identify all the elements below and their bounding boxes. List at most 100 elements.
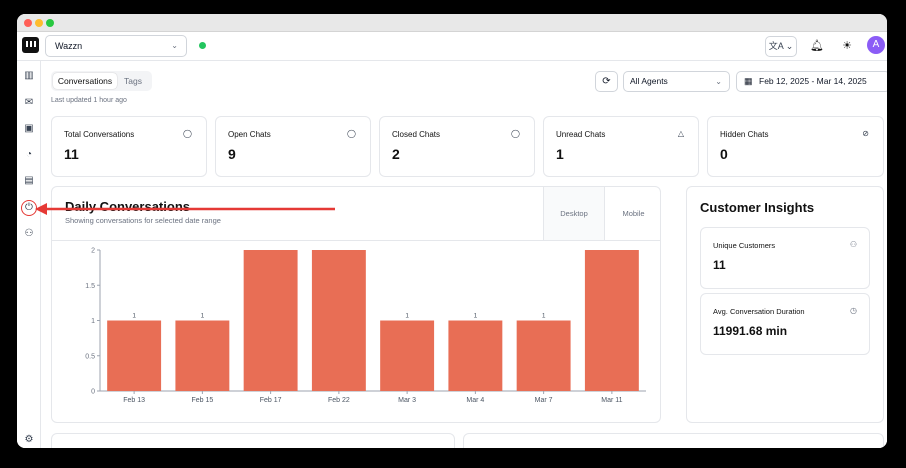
document-icon[interactable]: ▤ (21, 173, 37, 189)
stat-card-open: Open Chats 9 ◯ (215, 116, 371, 177)
bar (175, 320, 230, 391)
language-select[interactable]: 文A ⌄ (765, 36, 797, 57)
close-window-button[interactable] (24, 19, 32, 27)
x-tick-label: Feb 13 (123, 397, 145, 404)
stat-card-hidden: Hidden Chats 0 ⊘ (707, 116, 884, 177)
refresh-button[interactable]: ⟳ (595, 71, 618, 92)
bar-chart: 0 0.5 1 1.5 2 Feb 13 1 Feb 15 1 Feb 17 Feb 22 Mar 3… (85, 248, 646, 404)
stat-label: Hidden Chats (720, 130, 769, 139)
chart-subtitle: Showing conversations for selected date … (65, 216, 221, 225)
stat-value: 11 (64, 146, 79, 162)
y-tick-label: 0 (91, 389, 95, 396)
x-tick-label: Mar 7 (535, 397, 553, 404)
bar-chart-icon[interactable]: ▥ (21, 68, 37, 84)
x-tick-label: Mar 11 (601, 397, 622, 404)
data-label: 1 (201, 313, 205, 320)
chart-title: Daily Conversations (65, 199, 190, 214)
stat-label: Closed Chats (392, 130, 441, 139)
bar (448, 320, 503, 391)
bell-icon: △ (677, 129, 684, 138)
last-updated-text: Last updated 1 hour ago (51, 97, 127, 104)
chat-bubble-icon: ◯ (183, 129, 192, 138)
chat-bubble-icon: ◯ (511, 129, 520, 138)
bar (243, 250, 298, 391)
insight-value: 11 (713, 258, 726, 272)
workspace-label: Wazzn (55, 41, 83, 51)
sidebar: ▥ ✉ ▣ ◔ ▤ ⏻ ⚇ ⚙ (17, 61, 41, 448)
insight-label: Unique Customers (713, 241, 776, 250)
bar (380, 320, 435, 391)
stat-value: 0 (720, 146, 728, 162)
sun-icon[interactable]: ☀ (837, 37, 857, 55)
workspace-select[interactable]: Wazzn ⌄ (45, 35, 187, 57)
data-label: 1 (474, 313, 478, 320)
chevron-down-icon: ⌄ (715, 77, 722, 86)
stat-card-total: Total Conversations 11 ◯ (51, 116, 207, 177)
bar (107, 320, 162, 391)
settings-gear-icon[interactable]: ⚙ (21, 432, 37, 448)
maximize-window-button[interactable] (46, 19, 54, 27)
users-icon[interactable]: ⚇ (21, 226, 37, 242)
customer-insights-panel: Customer Insights Unique Customers 11 ⚇ … (686, 186, 884, 423)
y-tick-label: 0.5 (85, 353, 95, 360)
rss-icon[interactable]: ◔ (21, 147, 37, 163)
bottom-right-card (463, 433, 884, 448)
date-range-label: Feb 12, 2025 - Mar 14, 2025 (759, 76, 867, 86)
tab-conversations[interactable]: Conversations (53, 73, 117, 89)
x-tick-label: Feb 22 (328, 397, 350, 404)
insight-value: 11991.68 min (713, 324, 788, 338)
stat-label: Total Conversations (64, 130, 135, 139)
unique-customers-card: Unique Customers 11 ⚇ (700, 227, 870, 289)
stat-value: 1 (556, 146, 564, 162)
calendar-icon: ▦ (744, 76, 753, 86)
data-label: 1 (405, 313, 409, 320)
eye-off-icon: ⊘ (862, 129, 869, 138)
stat-value: 9 (228, 146, 236, 162)
bar (311, 250, 366, 391)
view-tabs: Conversations Tags (51, 71, 152, 91)
stat-card-unread: Unread Chats 1 △ (543, 116, 699, 177)
bell-icon[interactable]: 🔔︎ (807, 37, 827, 55)
bar (516, 320, 571, 391)
chat-bubble-icon: ◯ (347, 129, 356, 138)
date-range-picker[interactable]: ▦ Feb 12, 2025 - Mar 14, 2025 (736, 71, 887, 92)
tab-desktop[interactable]: Desktop (543, 187, 605, 240)
inbox-icon[interactable]: ▣ (21, 121, 37, 137)
clock-icon: ◷ (850, 306, 857, 315)
y-tick-label: 1 (91, 318, 95, 325)
stat-value: 2 (392, 146, 400, 162)
insights-title: Customer Insights (700, 200, 815, 215)
daily-conversations-card: Daily Conversations Showing conversation… (51, 186, 661, 423)
stat-label: Open Chats (228, 130, 271, 139)
tab-tags[interactable]: Tags (117, 73, 149, 89)
data-label: 1 (542, 313, 546, 320)
refresh-icon: ⟳ (602, 76, 611, 87)
tab-mobile[interactable]: Mobile (605, 187, 660, 240)
plug-icon[interactable]: ⏻ (21, 200, 37, 216)
stat-label: Unread Chats (556, 130, 606, 139)
x-tick-label: Mar 3 (398, 397, 416, 404)
chevron-down-icon: ⌄ (171, 41, 178, 50)
y-tick-label: 1.5 (85, 283, 95, 290)
bottom-left-card (51, 433, 455, 448)
avatar[interactable]: A (867, 36, 885, 54)
app-logo-icon[interactable] (22, 37, 39, 53)
bar (584, 250, 639, 391)
users-icon: ⚇ (849, 240, 857, 249)
insight-label: Avg. Conversation Duration (713, 307, 805, 316)
minimize-window-button[interactable] (35, 19, 43, 27)
messages-icon[interactable]: ✉ (21, 95, 37, 111)
translate-icon: 文A ⌄ (768, 41, 794, 51)
online-status-indicator (199, 42, 206, 49)
top-bar: Wazzn ⌄ 文A ⌄ 🔔︎ ☀ A (17, 32, 887, 61)
window-titlebar (17, 14, 887, 32)
avg-duration-card: Avg. Conversation Duration 11991.68 min … (700, 293, 870, 355)
stat-card-closed: Closed Chats 2 ◯ (379, 116, 535, 177)
agents-select-label: All Agents (630, 76, 668, 86)
x-tick-label: Feb 17 (260, 397, 282, 404)
agents-select[interactable]: All Agents ⌄ (623, 71, 730, 92)
app-window: Wazzn ⌄ 文A ⌄ 🔔︎ ☀ A ▥ ✉ ▣ ◔ ▤ ⏻ ⚇ ⚙ Conv… (17, 14, 887, 448)
x-tick-label: Mar 4 (466, 397, 484, 404)
data-label: 1 (132, 313, 136, 320)
x-tick-label: Feb 15 (191, 397, 213, 404)
